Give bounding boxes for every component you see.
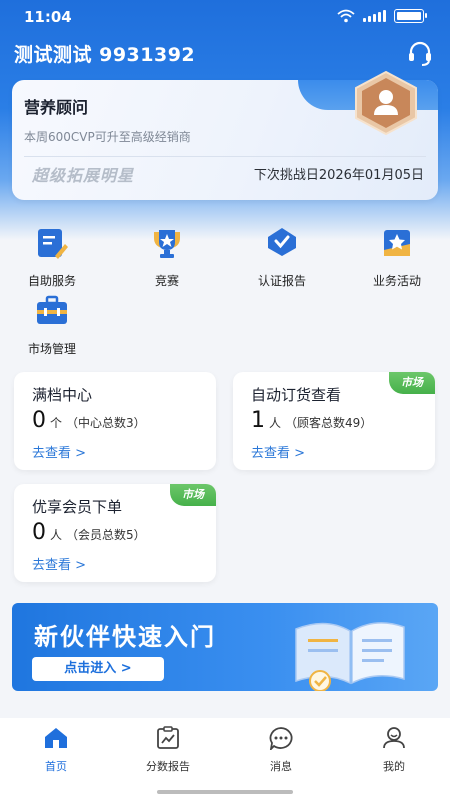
nav-label: 分数报告: [146, 760, 190, 773]
action-contest[interactable]: 竞赛: [127, 226, 207, 289]
trophy-icon: [154, 230, 180, 258]
wifi-icon: [337, 9, 355, 23]
banner-enter-button[interactable]: 点击进入 >: [32, 657, 164, 681]
bottom-navigation: 首页 分数报告 消息 我的: [0, 718, 450, 800]
action-market-management[interactable]: 市场管理: [12, 294, 92, 357]
action-self-service[interactable]: 自助服务: [12, 226, 92, 289]
certificate-icon: [268, 228, 296, 256]
profile-icon: [383, 727, 405, 749]
brand-text: 超级拓展明星: [32, 166, 135, 185]
stat-title: 自动订货查看: [251, 386, 342, 404]
nav-messages[interactable]: 消息: [241, 726, 321, 774]
consultant-title: 营养顾问: [24, 98, 89, 117]
stat-card-full-center[interactable]: 满档中心 0 个 （中心总数3） 去查看 >: [14, 372, 216, 470]
stat-note: （中心总数3）: [66, 416, 146, 430]
stat-line: 1 人 （顾客总数49）: [251, 408, 372, 433]
action-business-activity[interactable]: 业务活动: [357, 226, 437, 289]
nav-profile[interactable]: 我的: [354, 726, 434, 774]
home-indicator: [157, 790, 293, 794]
star-flag-icon: [384, 230, 410, 256]
report-icon: [157, 726, 179, 749]
toolbox-icon: [37, 295, 67, 324]
message-icon: [269, 727, 293, 752]
open-book-icon: [295, 622, 405, 691]
action-certification-report[interactable]: 认证报告: [242, 226, 322, 289]
action-label: 市场管理: [27, 342, 76, 356]
stat-unit: 人: [50, 528, 63, 542]
action-label: 业务活动: [372, 274, 421, 288]
next-challenge-date: 下次挑战日2026年01月05日: [253, 168, 424, 183]
home-icon: [45, 728, 67, 748]
nav-label: 消息: [270, 760, 292, 773]
stat-line: 0 个 （中心总数3）: [32, 408, 146, 433]
stat-number: 0: [32, 520, 46, 545]
stat-unit: 人: [269, 416, 282, 430]
view-link[interactable]: 去查看 >: [32, 442, 86, 461]
market-tag: 市场: [170, 484, 216, 506]
stat-card-premium-member-order[interactable]: 市场 优享会员下单 0 人 （会员总数5） 去查看 >: [14, 484, 216, 582]
market-tag: 市场: [389, 372, 435, 394]
stat-note: （会员总数5）: [66, 528, 146, 542]
customer-service-headset-icon[interactable]: [406, 40, 434, 68]
consultant-subtitle: 本周600CVP可升至高级经销商: [24, 130, 191, 144]
consultant-badge-icon: [355, 70, 417, 136]
stat-title: 优享会员下单: [32, 498, 123, 516]
status-bar: 11:04: [0, 0, 450, 34]
stat-title: 满档中心: [32, 386, 93, 404]
stat-unit: 个: [50, 416, 63, 430]
new-partner-banner[interactable]: 新伙伴快速入门 点击进入 >: [12, 603, 438, 691]
action-label: 认证报告: [257, 274, 306, 288]
self-service-icon: [38, 229, 68, 259]
nav-label: 我的: [383, 760, 405, 773]
stat-line: 0 人 （会员总数5）: [32, 520, 146, 545]
status-icons: [337, 9, 427, 23]
stat-number: 1: [251, 408, 265, 433]
battery-icon: [394, 9, 427, 23]
stat-number: 0: [32, 408, 46, 433]
user-title: 测试测试 9931392: [14, 44, 196, 66]
banner-title: 新伙伴快速入门: [34, 623, 216, 651]
action-label: 竞赛: [154, 274, 179, 288]
header-title-row: 测试测试 9931392: [14, 40, 436, 68]
nav-label: 首页: [45, 760, 67, 773]
nav-home[interactable]: 首页: [16, 726, 96, 774]
view-link[interactable]: 去查看 >: [32, 554, 86, 573]
nav-score-report[interactable]: 分数报告: [128, 726, 208, 774]
signal-icon: [363, 10, 386, 22]
status-time: 11:04: [24, 8, 72, 26]
view-link[interactable]: 去查看 >: [251, 442, 305, 461]
action-label: 自助服务: [27, 274, 76, 288]
stat-note: （顾客总数49）: [285, 416, 373, 430]
card-divider: [24, 156, 426, 157]
stat-card-auto-order[interactable]: 市场 自动订货查看 1 人 （顾客总数49） 去查看 >: [233, 372, 435, 470]
